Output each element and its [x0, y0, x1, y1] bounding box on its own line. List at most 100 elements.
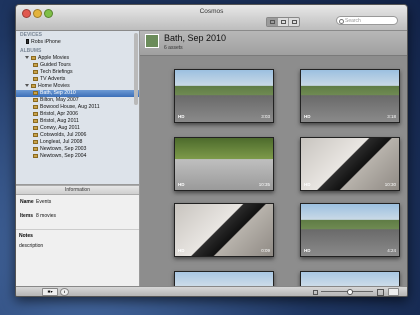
- album-label: Cotswolds, Jul 2006: [40, 132, 87, 138]
- info-items-label: Items: [20, 213, 34, 219]
- sidebar-item-album[interactable]: Newtown, Sep 2004: [16, 153, 139, 160]
- album-label: TV Adverts: [40, 76, 66, 82]
- clip-duration: 0:09: [261, 248, 270, 253]
- event-title: Bath, Sep 2010: [164, 33, 227, 43]
- sidebar-item-album[interactable]: Bristol, Aug 2011: [16, 118, 139, 125]
- video-clip[interactable]: HD 0:09: [174, 203, 274, 257]
- clip-thumbnail: [175, 70, 273, 122]
- album-icon: [33, 69, 38, 74]
- sidebar-item-album[interactable]: Bowood House, Aug 2011: [16, 104, 139, 111]
- thumbnail-size-slider[interactable]: [321, 289, 373, 295]
- album-icon: [33, 125, 38, 130]
- title-bar[interactable]: Cosmos Search: [16, 5, 407, 31]
- video-camera-badge: HD: [304, 114, 311, 119]
- disclosure-triangle-icon[interactable]: [25, 56, 29, 60]
- album-icon: [33, 139, 38, 144]
- sidebar-item-album[interactable]: Cotswolds, Jul 2006: [16, 132, 139, 139]
- clip-duration: 4:24: [387, 248, 396, 253]
- info-items-row: Items 8 movies: [16, 213, 139, 219]
- album-icon: [33, 118, 38, 123]
- clip-duration: 3:18: [387, 114, 396, 119]
- album-label: Bristol, Aug 2011: [40, 118, 79, 124]
- video-clip[interactable]: HD: [300, 271, 400, 287]
- search-field[interactable]: Search: [336, 16, 398, 25]
- event-thumbnail: [145, 34, 159, 48]
- disclosure-triangle-icon[interactable]: [25, 84, 29, 88]
- album-icon: [33, 90, 38, 95]
- album-label: Bristol, Apr 2006: [40, 111, 79, 117]
- sidebar-item-album[interactable]: Newtown, Sep 2003: [16, 146, 139, 153]
- sidebar-item-album[interactable]: Longleat, Jul 2008: [16, 139, 139, 146]
- bottom-toolbar: ✱▾ i: [16, 286, 407, 296]
- album-label: Tech Briefings: [40, 69, 73, 75]
- view-mode-control[interactable]: [266, 17, 300, 27]
- album-label: Guided Tours: [40, 62, 71, 68]
- album-label: Bilton, May 2007: [40, 97, 79, 103]
- info-button[interactable]: i: [60, 288, 69, 296]
- sidebar-item-album[interactable]: Bilton, May 2007: [16, 97, 139, 104]
- album-icon: [31, 55, 36, 60]
- information-panel: Information Name Events Items 8 movies Not…: [16, 185, 140, 287]
- content-area: Bath, Sep 2010 6 assets HD 3:03 HD 3:18 HD 10…: [140, 31, 407, 287]
- album-icon: [31, 83, 36, 88]
- clip-duration: 10:30: [384, 182, 396, 187]
- album-label: Longleat, Jul 2008: [40, 139, 83, 145]
- info-name-value[interactable]: Events: [36, 199, 51, 205]
- album-icon: [33, 76, 38, 81]
- info-name-row: Name Events: [16, 199, 139, 205]
- video-camera-badge: HD: [178, 248, 185, 253]
- clip-duration: 3:03: [261, 114, 270, 119]
- clip-thumbnail: [301, 70, 399, 122]
- album-label: Home Movies: [38, 83, 70, 89]
- video-camera-badge: HD: [304, 182, 311, 187]
- clip-thumbnail: [175, 272, 273, 287]
- sidebar-item-album[interactable]: Apple Movies: [16, 55, 139, 62]
- slider-knob[interactable]: [347, 289, 353, 295]
- video-clip[interactable]: HD 3:03: [174, 69, 274, 123]
- grid-view-icon[interactable]: [267, 18, 277, 26]
- video-camera-badge: HD: [178, 182, 185, 187]
- app-window: Cosmos Search DEVICES Robs iPhone ALBUMS…: [15, 4, 408, 297]
- album-icon: [33, 97, 38, 102]
- album-label: Newtown, Sep 2003: [40, 146, 87, 152]
- album-icon: [33, 146, 38, 151]
- video-clip[interactable]: HD 4:24: [300, 203, 400, 257]
- large-thumbnail-icon: [377, 289, 384, 296]
- album-label: Bowood House, Aug 2011: [40, 104, 100, 110]
- info-name-label: Name: [20, 199, 34, 205]
- search-placeholder: Search: [345, 18, 361, 24]
- action-menu-button[interactable]: ✱▾: [42, 288, 58, 296]
- sidebar-item-album[interactable]: TV Adverts: [16, 76, 139, 83]
- sidebar-item-album[interactable]: Tech Briefings: [16, 69, 139, 76]
- sidebar-item-album[interactable]: Guided Tours: [16, 62, 139, 69]
- devices-header: DEVICES: [20, 32, 42, 38]
- play-view-icon[interactable]: [288, 18, 299, 26]
- small-thumbnail-icon: [313, 290, 318, 295]
- notes-label: Notes: [16, 229, 139, 239]
- video-clip[interactable]: HD 10:30: [300, 137, 400, 191]
- fullscreen-button[interactable]: [388, 288, 399, 296]
- video-clip[interactable]: HD: [174, 271, 274, 287]
- sidebar-item-album[interactable]: Bristol, Apr 2006: [16, 111, 139, 118]
- video-clip[interactable]: HD 3:18: [300, 69, 400, 123]
- clip-thumbnail: [301, 204, 399, 256]
- clip-thumbnail: [301, 272, 399, 287]
- sidebar-item-album[interactable]: Home Movies: [16, 83, 139, 90]
- description-field[interactable]: description: [16, 243, 139, 249]
- sidebar-item-device[interactable]: Robs iPhone: [16, 39, 139, 46]
- event-asset-count: 6 assets: [164, 45, 183, 51]
- event-header: Bath, Sep 2010 6 assets: [140, 31, 407, 56]
- album-icon: [33, 132, 38, 137]
- sidebar-item-album[interactable]: Conwy, Aug 2011: [16, 125, 139, 132]
- sidebar-scrollbar[interactable]: [134, 33, 138, 105]
- information-header: Information: [16, 185, 139, 195]
- clip-duration: 10:35: [258, 182, 270, 187]
- albums-header: ALBUMS: [20, 48, 42, 54]
- video-camera-badge: HD: [304, 248, 311, 253]
- sidebar: DEVICES Robs iPhone ALBUMS Apple Movies G…: [16, 31, 140, 184]
- iphone-icon: [26, 39, 29, 45]
- video-clip[interactable]: HD 10:35: [174, 137, 274, 191]
- list-view-icon[interactable]: [277, 18, 288, 26]
- video-camera-badge: HD: [178, 114, 185, 119]
- sidebar-item-album[interactable]: Bath, Sep 2010: [16, 90, 139, 97]
